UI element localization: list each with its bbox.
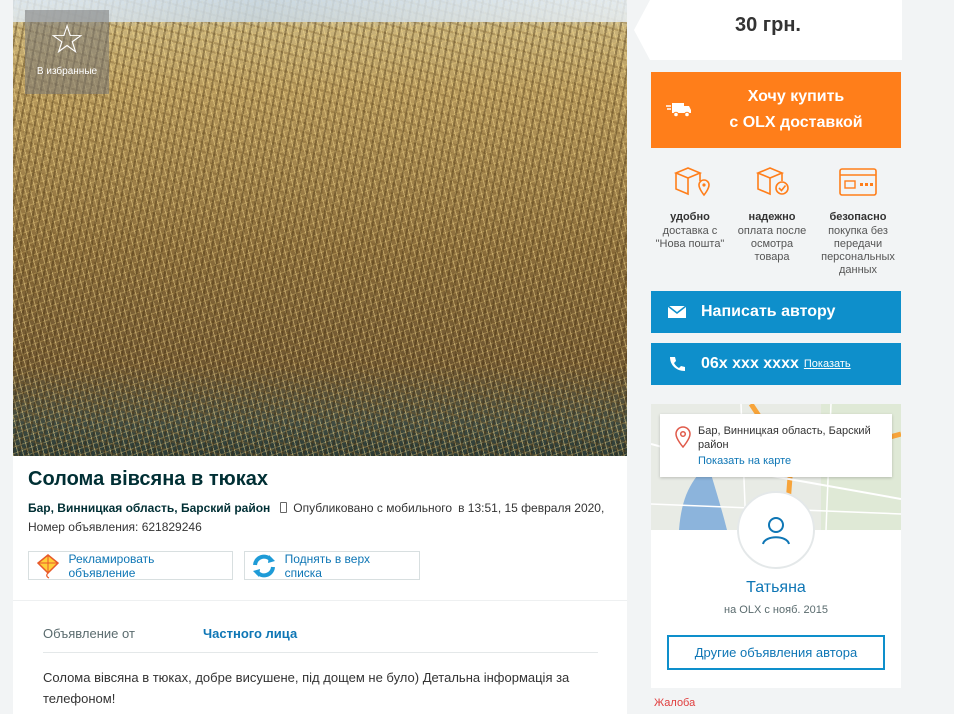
divider xyxy=(43,652,598,653)
user-icon xyxy=(762,517,790,545)
map-pin-icon xyxy=(675,426,691,448)
user-since: на OLX с нояб. 2015 xyxy=(724,604,828,616)
user-card: Бар, Винницкая область, Барский район По… xyxy=(651,404,901,688)
card-icon xyxy=(839,168,877,196)
phone-icon xyxy=(670,357,685,371)
user-name-link[interactable]: Татьяна xyxy=(651,579,901,597)
feature-title: удобно xyxy=(670,211,710,223)
feature-title: безопасно xyxy=(829,211,887,223)
show-phone-button[interactable]: 06x xxx xxxx Показать xyxy=(651,343,901,385)
feature-convenient: удобно доставка с "Нова пошта" xyxy=(653,163,727,251)
show-on-map-link[interactable]: Показать на карте xyxy=(698,454,884,468)
refresh-icon xyxy=(249,552,279,579)
feature-title: надежно xyxy=(748,211,796,223)
favorite-button[interactable]: ☆ В избранные xyxy=(25,10,109,94)
bump-ad-button[interactable]: Поднять в верх списка xyxy=(244,551,420,580)
show-phone-link[interactable]: Показать xyxy=(804,358,851,370)
seller-type-label: Объявление от xyxy=(43,626,135,641)
ad-location: Бар, Винницкая область, Барский район xyxy=(28,501,271,515)
promote-ad-label: Рекламировать объявление xyxy=(68,551,155,580)
truck-icon xyxy=(666,103,691,118)
buy-with-delivery-button[interactable]: Хочу купить с OLX доставкой xyxy=(651,72,901,148)
feature-secure: безопасно покупка без передачи персональ… xyxy=(821,163,895,277)
ad-meta: Бар, Винницкая область, Барский район Опу… xyxy=(28,499,608,537)
price: 30 грн. xyxy=(735,14,801,36)
price-box: 30 грн. xyxy=(634,0,902,60)
star-icon: ☆ xyxy=(49,17,85,63)
mobile-phone-icon xyxy=(280,502,288,513)
map-popup: Бар, Винницкая область, Барский район По… xyxy=(660,414,892,477)
ad-description: Солома вівсяна в тюках, добре висушене, … xyxy=(43,670,570,706)
published-via: Опубликовано с мобильного xyxy=(293,501,453,515)
map-location: Бар, Винницкая область, Барский район xyxy=(698,425,871,451)
write-author-button[interactable]: Написать автору xyxy=(651,291,901,333)
feature-text: покупка без передачи персональных данных xyxy=(821,225,895,276)
ad-title: Солома вівсяна в тюках xyxy=(28,468,268,490)
feature-text: оплата после осмотра товара xyxy=(737,225,807,263)
seller-type-link[interactable]: Частного лица xyxy=(203,626,297,641)
other-ads-button[interactable]: Другие объявления автора xyxy=(667,635,885,670)
avatar[interactable] xyxy=(737,491,815,569)
write-author-label: Написать автору xyxy=(701,303,836,320)
promote-ad-button[interactable]: Рекламировать объявление xyxy=(28,551,233,580)
feature-text: доставка с "Нова пошта" xyxy=(655,225,725,250)
buy-button-line2: с OLX доставкой xyxy=(729,114,863,131)
buy-button-line1: Хочу купить xyxy=(747,88,845,105)
envelope-icon xyxy=(667,305,687,318)
box-location-icon xyxy=(673,167,710,197)
complaint-link[interactable]: Жалоба xyxy=(654,697,695,709)
ad-main-panel: ☆ В избранные Солома вівсяна в тюках Бар… xyxy=(13,0,627,714)
ad-photo[interactable]: ☆ В избранные xyxy=(13,0,627,456)
bump-ad-label: Поднять в верх списка xyxy=(284,551,370,580)
favorite-label: В избранные xyxy=(36,66,98,77)
phone-number: 06x xxx xxxx xyxy=(701,355,799,372)
divider xyxy=(13,600,627,601)
feature-reliable: надежно оплата после осмотра товара xyxy=(735,163,809,264)
kite-icon xyxy=(33,552,62,579)
box-check-icon xyxy=(755,167,789,196)
